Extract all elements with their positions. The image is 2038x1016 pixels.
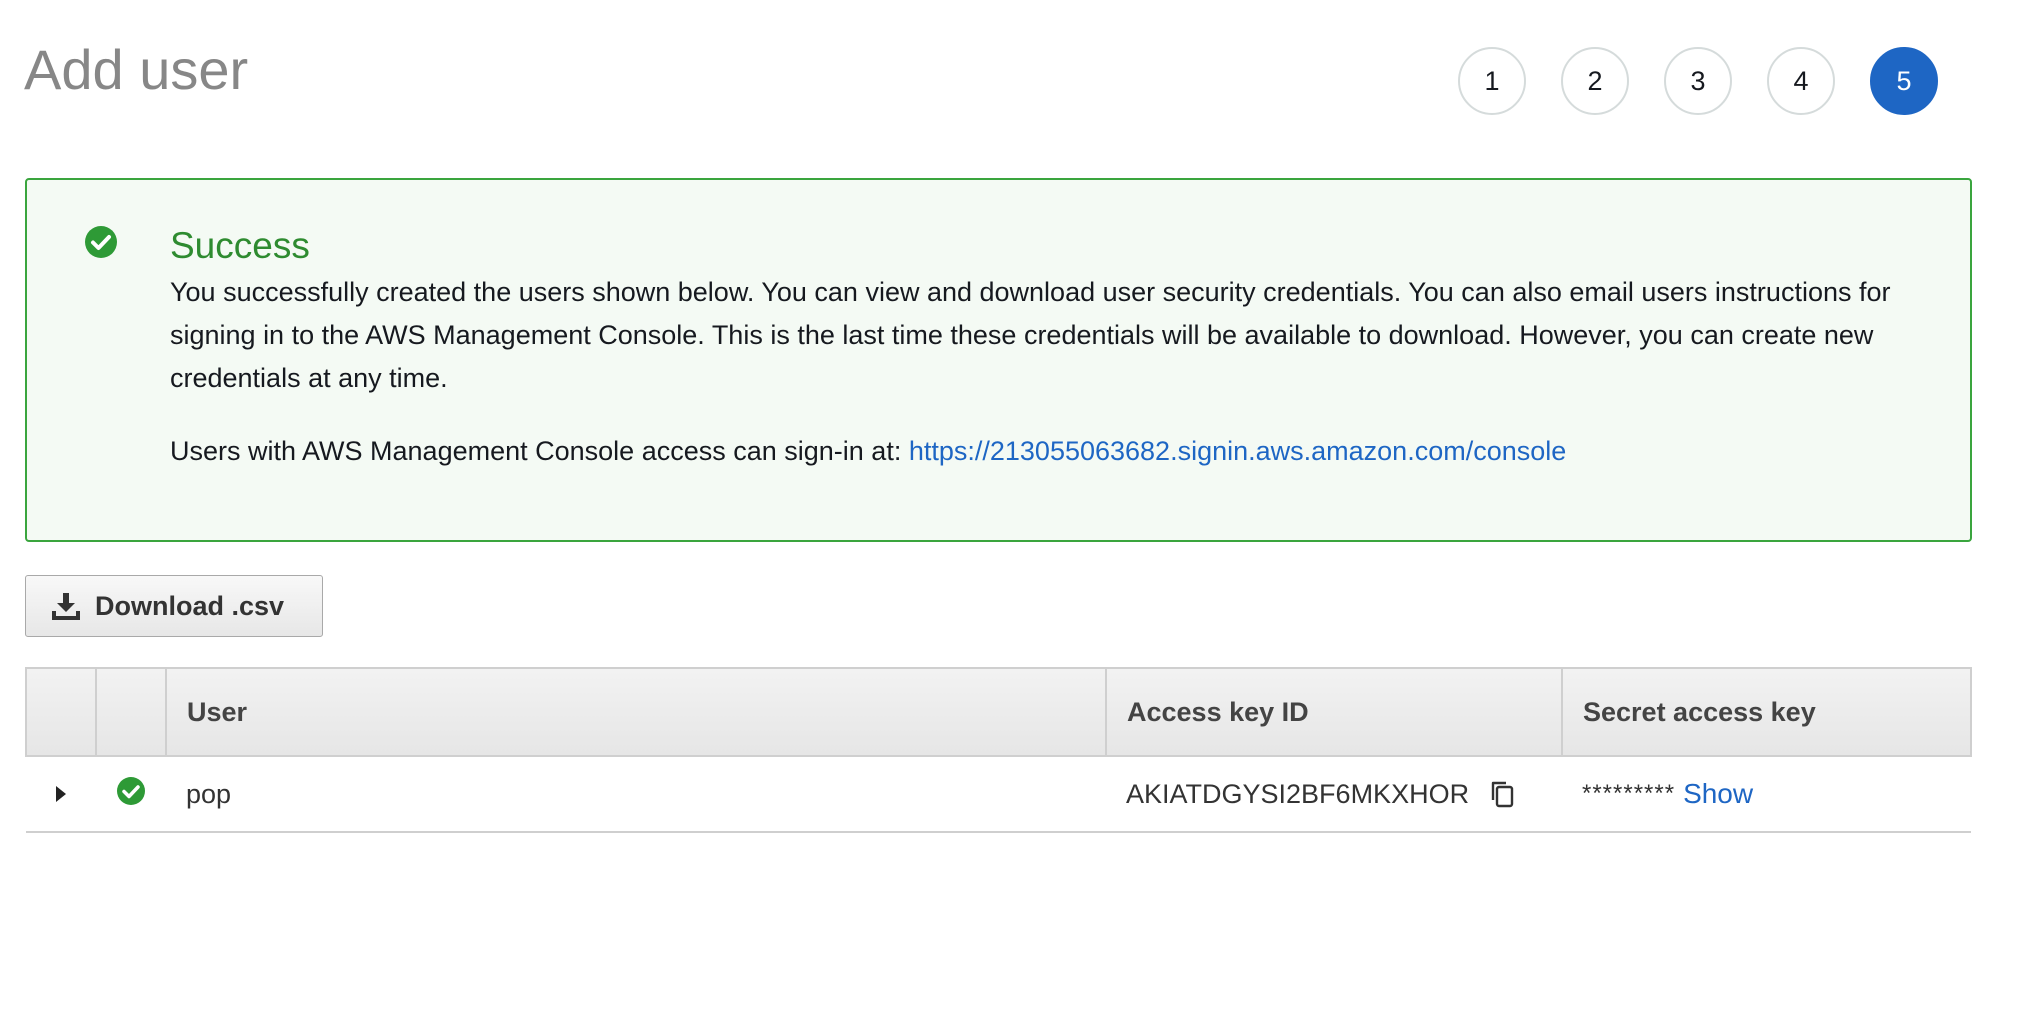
column-header-status <box>95 667 167 757</box>
step-2[interactable]: 2 <box>1561 47 1629 115</box>
step-3[interactable]: 3 <box>1664 47 1732 115</box>
step-1[interactable]: 1 <box>1458 47 1526 115</box>
page-title: Add user <box>24 38 249 101</box>
download-csv-label: Download .csv <box>95 590 285 621</box>
alert-message: You successfully created the users shown… <box>170 277 1891 393</box>
show-secret-link[interactable]: Show <box>1683 778 1753 810</box>
secret-access-key-cell: ********* Show <box>1562 756 1971 833</box>
caret-right-icon[interactable] <box>54 785 68 803</box>
access-key-id-value: AKIATDGYSI2BF6MKXHOR <box>1126 778 1470 809</box>
table-header-row: User Access key ID Secret access key <box>25 667 1972 757</box>
copy-icon[interactable] <box>1487 778 1519 810</box>
secret-masked-value: ********* <box>1582 780 1676 807</box>
check-circle-icon <box>85 226 117 258</box>
signin-line: Users with AWS Management Console access… <box>170 430 1950 473</box>
table-row: pop AKIATDGYSI2BF6MKXHOR ********* Show <box>26 756 1971 833</box>
expand-cell <box>26 756 96 833</box>
download-csv-button[interactable]: Download .csv <box>25 575 323 637</box>
column-header-access-key-id[interactable]: Access key ID <box>1105 667 1563 757</box>
signin-url-link[interactable]: https://213055063682.signin.aws.amazon.c… <box>909 436 1566 466</box>
add-user-page: Add user 1 2 3 4 5 Success You successfu… <box>0 0 2038 1016</box>
wizard-steps: 1 2 3 4 5 <box>1458 47 1938 115</box>
step-4[interactable]: 4 <box>1767 47 1835 115</box>
access-key-id-cell: AKIATDGYSI2BF6MKXHOR <box>1106 756 1562 833</box>
signin-text: Users with AWS Management Console access… <box>170 436 902 466</box>
user-cell: pop <box>166 756 1106 833</box>
column-header-secret-access-key[interactable]: Secret access key <box>1561 667 1972 757</box>
download-icon <box>52 593 80 620</box>
status-cell <box>96 756 166 833</box>
success-alert: Success You successfully created the use… <box>25 178 1972 542</box>
alert-title: Success <box>170 225 310 266</box>
step-5[interactable]: 5 <box>1870 47 1938 115</box>
credentials-table: User Access key ID Secret access key pop… <box>25 667 1972 833</box>
column-header-expand <box>25 667 97 757</box>
check-circle-icon <box>117 776 145 805</box>
alert-body: You successfully created the users shown… <box>170 271 1950 473</box>
column-header-user[interactable]: User <box>165 667 1107 757</box>
